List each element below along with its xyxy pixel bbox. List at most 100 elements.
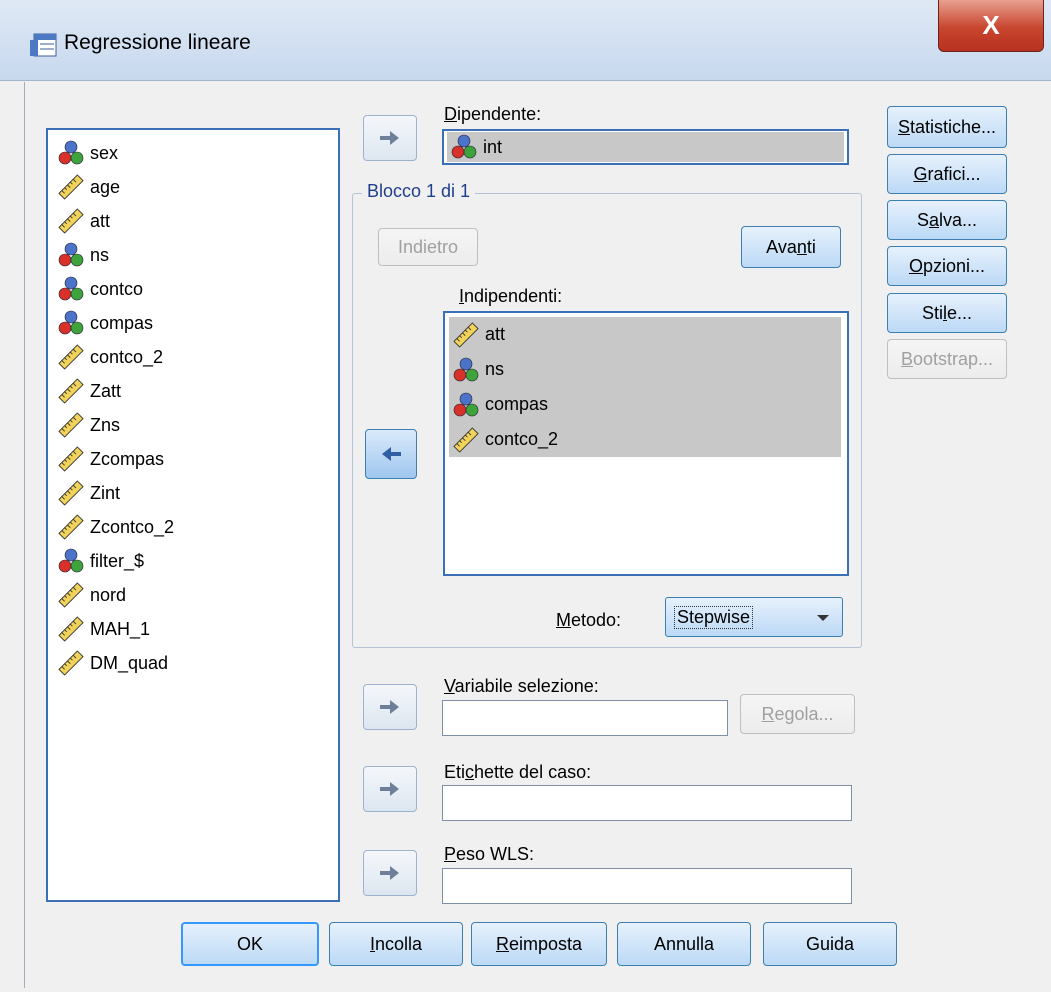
- options-button[interactable]: Opzioni...: [887, 246, 1007, 286]
- title-bar: Regressione lineare X: [0, 0, 1051, 81]
- arrow-right-icon: [378, 697, 402, 717]
- variable-name: DM_quad: [90, 652, 169, 673]
- style-button[interactable]: Stile...: [887, 293, 1007, 333]
- variable-list-item[interactable]: contco: [58, 274, 143, 304]
- ok-button[interactable]: OK: [181, 922, 319, 966]
- variable-list-item[interactable]: Zns: [58, 410, 120, 440]
- save-button[interactable]: Salva...: [887, 200, 1007, 240]
- independent-list-item[interactable]: ns: [449, 352, 841, 387]
- help-button[interactable]: Guida: [763, 922, 897, 966]
- statistics-label: Statistiche...: [897, 116, 997, 137]
- plots-button[interactable]: Grafici...: [887, 154, 1007, 194]
- case-labels-field[interactable]: [442, 785, 852, 821]
- independents-label: Indipendenti:: [459, 286, 563, 306]
- variable-list-item[interactable]: compas: [58, 308, 153, 338]
- arrow-right-icon: [378, 863, 402, 883]
- paste-label: Incolla: [369, 933, 423, 954]
- wls-weight-field[interactable]: [442, 868, 852, 904]
- independent-list-item[interactable]: contco_2: [449, 422, 841, 457]
- nominal-variable-icon: [451, 134, 477, 160]
- independent-list-item[interactable]: att: [449, 317, 841, 352]
- reset-button[interactable]: Reimposta: [471, 922, 607, 966]
- next-block-button[interactable]: Avanti: [741, 226, 841, 268]
- dialog-body: sex age att ns contco compas contco_2 Zatt Zns Zc…: [24, 82, 1050, 988]
- move-to-dependent-button[interactable]: [363, 115, 417, 161]
- help-label: Guida: [805, 933, 855, 954]
- variable-list-item[interactable]: age: [58, 172, 120, 202]
- variable-name: contco_2: [485, 429, 559, 449]
- nominal-variable-icon: [58, 548, 84, 574]
- variable-name: ns: [90, 244, 110, 265]
- variable-name: Zint: [90, 482, 121, 503]
- variable-name: att: [90, 210, 111, 231]
- cancel-button[interactable]: Annulla: [617, 922, 751, 966]
- variable-name: Zatt: [90, 380, 122, 401]
- dependent-field[interactable]: int: [442, 129, 849, 165]
- dependent-item[interactable]: int: [447, 132, 844, 162]
- variable-name: contco_2: [90, 346, 164, 367]
- variable-list-item[interactable]: contco_2: [58, 342, 163, 372]
- scale-variable-icon: [453, 427, 479, 453]
- variable-list-item[interactable]: Zint: [58, 478, 120, 508]
- chevron-down-icon: [817, 615, 829, 621]
- scale-variable-icon: [58, 208, 84, 234]
- scale-variable-icon: [58, 650, 84, 676]
- move-to-case-labels-button[interactable]: [363, 766, 417, 812]
- scale-variable-icon: [58, 174, 84, 200]
- dependent-value: int: [483, 136, 503, 157]
- variable-list-item[interactable]: Zatt: [58, 376, 121, 406]
- nominal-variable-icon: [453, 392, 479, 418]
- variable-name: att: [485, 324, 506, 344]
- close-button[interactable]: X: [938, 0, 1044, 52]
- variable-name: contco: [90, 278, 144, 299]
- variable-name: nord: [90, 584, 127, 605]
- statistics-button[interactable]: Statistiche...: [887, 106, 1007, 148]
- method-label: Metodo:: [556, 610, 622, 630]
- variable-name: age: [90, 176, 121, 197]
- independents-list[interactable]: att ns compas contco_2: [443, 311, 849, 576]
- nominal-variable-icon: [58, 310, 84, 336]
- rule-button[interactable]: Regola...: [740, 694, 855, 734]
- scale-variable-icon: [58, 616, 84, 642]
- style-label: Stile...: [921, 302, 973, 323]
- source-variable-list[interactable]: sex age att ns contco compas contco_2 Zatt Zns Zc…: [46, 128, 340, 902]
- scale-variable-icon: [453, 322, 479, 348]
- move-to-independents-button[interactable]: [365, 429, 417, 479]
- variable-list-item[interactable]: sex: [58, 138, 118, 168]
- variable-name: Zcompas: [90, 448, 165, 469]
- selection-variable-field[interactable]: [442, 700, 728, 736]
- variable-list-item[interactable]: nord: [58, 580, 126, 610]
- scale-variable-icon: [58, 514, 84, 540]
- options-label: Opzioni...: [908, 255, 986, 276]
- rule-label: Regola...: [761, 703, 834, 724]
- scale-variable-icon: [58, 378, 84, 404]
- independent-list-item[interactable]: compas: [449, 387, 841, 422]
- arrow-right-icon: [378, 779, 402, 799]
- move-to-selection-variable-button[interactable]: [363, 684, 417, 730]
- dependent-label: Dipendente:: [444, 104, 542, 124]
- previous-block-label: Indietro: [397, 236, 459, 257]
- previous-block-button[interactable]: Indietro: [378, 228, 478, 266]
- move-to-wls-weight-button[interactable]: [363, 850, 417, 896]
- ok-label: OK: [236, 933, 263, 954]
- bootstrap-button[interactable]: Bootstrap...: [887, 339, 1007, 379]
- scale-variable-icon: [58, 344, 84, 370]
- variable-list-item[interactable]: MAH_1: [58, 614, 150, 644]
- variable-list-item[interactable]: DM_quad: [58, 648, 168, 678]
- variable-list-item[interactable]: att: [58, 206, 110, 236]
- variable-name: compas: [485, 394, 549, 414]
- variable-list-item[interactable]: Zcompas: [58, 444, 164, 474]
- scale-variable-icon: [58, 480, 84, 506]
- variable-list-item[interactable]: ns: [58, 240, 109, 270]
- scale-variable-icon: [58, 446, 84, 472]
- variable-list-item[interactable]: filter_$: [58, 546, 144, 576]
- variable-list-item[interactable]: Zcontco_2: [58, 512, 174, 542]
- cancel-label: Annulla: [653, 933, 715, 954]
- method-dropdown[interactable]: Stepwise: [665, 597, 843, 637]
- arrow-right-icon: [378, 128, 402, 148]
- variable-name: filter_$: [90, 550, 145, 571]
- nominal-variable-icon: [58, 276, 84, 302]
- variable-name: compas: [90, 312, 154, 333]
- paste-button[interactable]: Incolla: [329, 922, 463, 966]
- save-label: Salva...: [916, 209, 978, 230]
